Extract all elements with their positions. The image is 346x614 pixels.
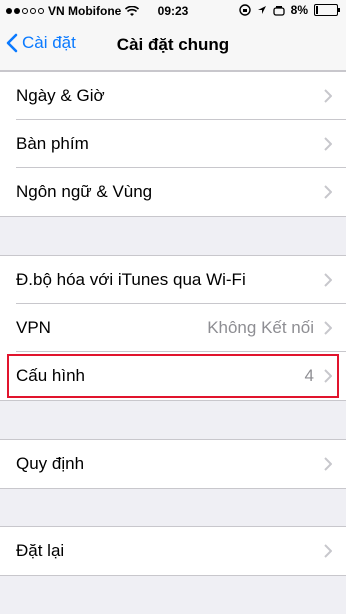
row-label: Bàn phím	[16, 134, 89, 153]
chevron-right-icon	[324, 89, 332, 103]
row-itunes-wifi-sync[interactable]: Đ.bộ hóa với iTunes qua Wi-Fi	[0, 256, 346, 304]
row-label: Ngày & Giờ	[16, 86, 105, 105]
location-icon	[257, 6, 266, 14]
row-language-region[interactable]: Ngôn ngữ & Vùng	[0, 168, 346, 216]
orientation-lock-icon	[238, 4, 251, 16]
row-profiles[interactable]: Cấu hình 4	[0, 352, 346, 400]
settings-group-regulatory: Quy định	[0, 439, 346, 489]
row-regulatory[interactable]: Quy định	[0, 440, 346, 488]
status-right: 8%	[238, 3, 340, 17]
row-label: Đ.bộ hóa với iTunes qua Wi-Fi	[16, 270, 246, 289]
settings-group-sync: Đ.bộ hóa với iTunes qua Wi-Fi VPN Không …	[0, 255, 346, 401]
row-label: VPN	[16, 318, 51, 337]
row-label: Quy định	[16, 454, 85, 473]
row-label: Ngôn ngữ & Vùng	[16, 182, 153, 201]
row-label: Cấu hình	[16, 366, 85, 385]
row-vpn[interactable]: VPN Không Kết nối	[0, 304, 346, 352]
row-label: Đặt lại	[16, 541, 65, 560]
alarm-icon	[273, 5, 285, 16]
status-bar: VN Mobifone 09:23 8%	[0, 0, 346, 22]
chevron-right-icon	[324, 321, 332, 335]
row-date-time[interactable]: Ngày & Giờ	[0, 72, 346, 120]
settings-group-reset: Đặt lại	[0, 526, 346, 576]
chevron-right-icon	[324, 544, 332, 558]
page-title: Cài đặt chung	[116, 35, 230, 54]
chevron-right-icon	[324, 369, 332, 383]
battery-percent: 8%	[290, 3, 308, 17]
row-reset[interactable]: Đặt lại	[0, 527, 346, 575]
battery-icon	[314, 4, 340, 16]
row-keyboard[interactable]: Bàn phím	[0, 120, 346, 168]
navigation-bar: Cài đặt Cài đặt chung	[0, 22, 346, 71]
profile-count: 4	[304, 366, 314, 385]
vpn-status: Không Kết nối	[207, 318, 314, 337]
chevron-right-icon	[324, 137, 332, 151]
chevron-right-icon	[324, 457, 332, 471]
chevron-right-icon	[324, 273, 332, 287]
chevron-right-icon	[324, 185, 332, 199]
settings-group-datetime: Ngày & Giờ Bàn phím Ngôn ngữ & Vùng	[0, 71, 346, 217]
